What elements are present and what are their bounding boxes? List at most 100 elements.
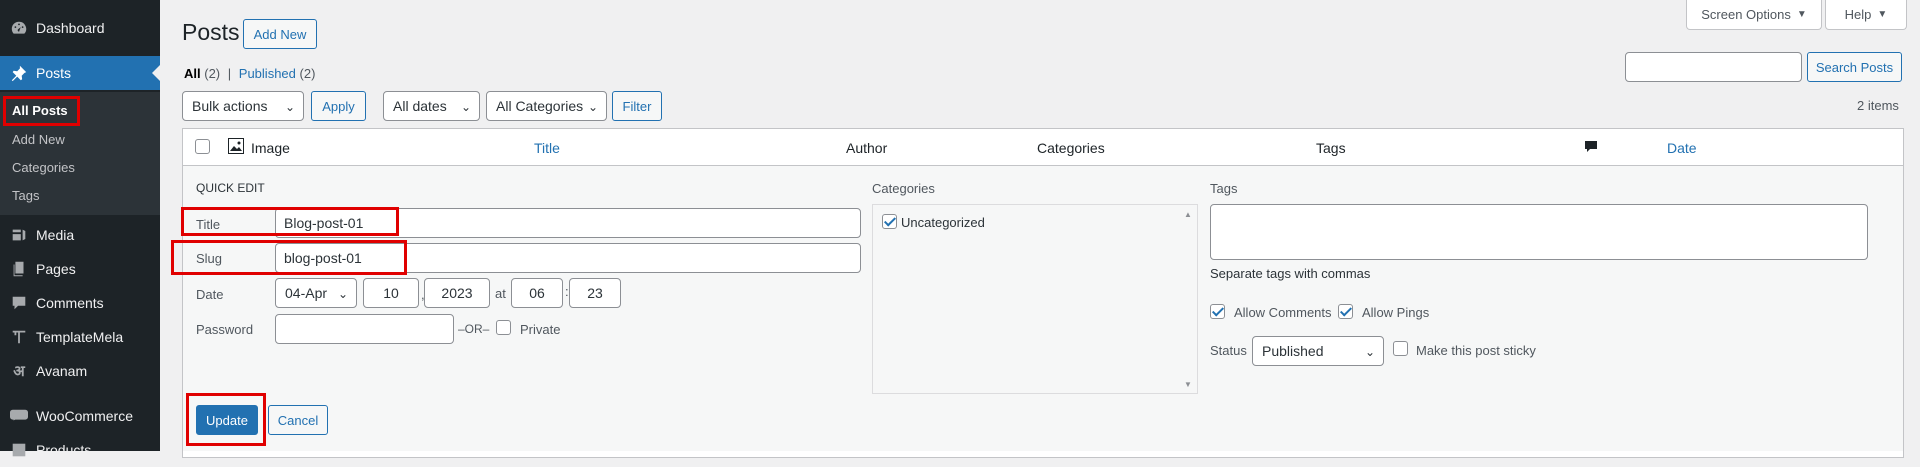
chevron-down-icon: ⌄ — [1364, 345, 1375, 359]
private-checkbox[interactable] — [496, 320, 511, 335]
products-icon — [9, 440, 29, 460]
caret-down-icon: ▼ — [1877, 9, 1888, 20]
help-button[interactable]: Help ▼ — [1825, 0, 1907, 30]
chevron-down-icon: ⌄ — [587, 100, 598, 114]
hour-input[interactable]: 06 — [511, 278, 563, 308]
month-value: 04-Apr — [285, 285, 328, 301]
sidebar-item-avanam[interactable]: अ Avanam — [0, 354, 160, 388]
status-value: Published — [1262, 343, 1324, 359]
minute-input[interactable]: 23 — [569, 278, 621, 308]
column-categories: Categories — [1037, 140, 1105, 156]
scroll-up-icon[interactable]: ▲ — [1184, 210, 1192, 219]
sidebar-item-woocommerce[interactable]: WooCommerce — [0, 399, 160, 433]
view-all-count: (2) — [204, 66, 221, 81]
posts-submenu: All Posts Add New Categories Tags — [0, 92, 160, 215]
sidebar-item-posts[interactable]: Posts — [0, 56, 160, 90]
column-image: Image — [251, 140, 290, 156]
chevron-down-icon: ⌄ — [337, 287, 348, 301]
sidebar-item-products[interactable]: Products — [0, 433, 160, 467]
column-date[interactable]: Date — [1667, 140, 1697, 156]
update-button[interactable]: Update — [196, 405, 258, 435]
bulk-actions-value: Bulk actions — [192, 98, 268, 114]
allow-pings-checkbox[interactable] — [1338, 304, 1353, 319]
sidebar-item-label: Posts — [36, 65, 72, 81]
allow-comments-checkbox[interactable] — [1210, 304, 1225, 319]
categories-heading: Categories — [872, 181, 935, 196]
sidebar-item-media[interactable]: Media — [0, 218, 160, 252]
add-new-button[interactable]: Add New — [243, 19, 317, 49]
screen-options-button[interactable]: Screen Options ▼ — [1686, 0, 1822, 30]
dates-select[interactable]: All dates ⌄ — [383, 91, 480, 121]
cancel-button[interactable]: Cancel — [268, 405, 328, 435]
screen-options-label: Screen Options — [1701, 7, 1791, 22]
categories-select[interactable]: All Categories ⌄ — [486, 91, 607, 121]
sidebar-item-label: Pages — [36, 261, 76, 277]
chevron-down-icon: ⌄ — [460, 100, 471, 114]
submenu-add-new[interactable]: Add New — [12, 132, 65, 147]
sticky-label: Make this post sticky — [1416, 343, 1536, 358]
sticky-checkbox[interactable] — [1393, 341, 1408, 356]
column-title[interactable]: Title — [534, 140, 560, 156]
bulk-actions-select[interactable]: Bulk actions ⌄ — [182, 91, 304, 121]
quick-edit-heading: QUICK EDIT — [196, 181, 265, 195]
search-input[interactable] — [1625, 52, 1802, 82]
image-column-icon — [228, 138, 244, 157]
column-author: Author — [846, 140, 888, 156]
tags-textarea[interactable] — [1210, 204, 1868, 260]
apply-button[interactable]: Apply — [311, 91, 366, 121]
title-input[interactable]: Blog-post-01 — [275, 208, 861, 238]
slug-label: Slug — [196, 251, 223, 266]
uncategorized-checkbox[interactable] — [882, 214, 897, 229]
caret-down-icon: ▼ — [1796, 9, 1807, 20]
submenu-tags[interactable]: Tags — [12, 188, 39, 203]
view-links: All (2) | Published (2) — [184, 66, 315, 81]
submenu-all-posts[interactable]: All Posts — [12, 103, 68, 118]
dashboard-icon — [9, 18, 29, 38]
day-input[interactable]: 10 — [363, 278, 419, 308]
sidebar-item-dashboard[interactable]: Dashboard — [0, 11, 160, 45]
view-published-link[interactable]: Published — [239, 66, 296, 81]
allow-comments-label: Allow Comments — [1234, 305, 1332, 320]
sidebar-item-comments[interactable]: Comments — [0, 286, 160, 320]
password-input[interactable] — [275, 314, 454, 344]
status-select[interactable]: Published ⌄ — [1252, 336, 1384, 366]
scroll-down-icon[interactable]: ▼ — [1184, 380, 1192, 389]
sidebar-item-label: Avanam — [36, 363, 88, 379]
pin-icon — [9, 63, 29, 83]
sidebar-item-label: Products — [36, 442, 92, 458]
comments-column-icon — [1584, 140, 1598, 157]
month-select[interactable]: 04-Apr ⌄ — [275, 278, 357, 308]
admin-sidebar: Dashboard Posts All Posts Add New Catego… — [0, 0, 160, 458]
page-title: Posts — [182, 19, 240, 45]
password-label: Password — [196, 322, 254, 337]
templatemela-icon — [9, 327, 29, 347]
view-published-count: (2) — [299, 66, 316, 81]
sidebar-item-templatemela[interactable]: TemplateMela — [0, 320, 160, 354]
view-separator: | — [227, 66, 232, 81]
tags-hint: Separate tags with commas — [1210, 266, 1371, 281]
view-all-link[interactable]: All — [184, 66, 201, 81]
sidebar-item-pages[interactable]: Pages — [0, 252, 160, 286]
private-label: Private — [520, 322, 561, 337]
filter-button[interactable]: Filter — [612, 91, 662, 121]
year-input[interactable]: 2023 — [424, 278, 490, 308]
search-posts-button[interactable]: Search Posts — [1807, 52, 1902, 82]
uncategorized-label: Uncategorized — [901, 215, 985, 230]
items-count: 2 items — [1857, 98, 1899, 113]
sidebar-item-label: WooCommerce — [36, 408, 133, 424]
categories-checklist[interactable] — [872, 204, 1198, 394]
sidebar-item-label: Dashboard — [36, 20, 105, 36]
column-tags: Tags — [1316, 140, 1346, 156]
or-separator: –OR– — [458, 322, 490, 336]
comments-icon — [9, 293, 29, 313]
dates-value: All dates — [393, 98, 447, 114]
sidebar-item-label: TemplateMela — [36, 329, 124, 345]
date-at: at — [495, 286, 506, 301]
sidebar-item-label: Comments — [36, 295, 104, 311]
submenu-categories[interactable]: Categories — [12, 160, 75, 175]
chevron-down-icon: ⌄ — [284, 100, 295, 114]
media-icon — [9, 225, 29, 245]
slug-input[interactable]: blog-post-01 — [275, 243, 861, 273]
avanam-icon: अ — [13, 363, 25, 380]
select-all-checkbox[interactable] — [195, 139, 210, 154]
